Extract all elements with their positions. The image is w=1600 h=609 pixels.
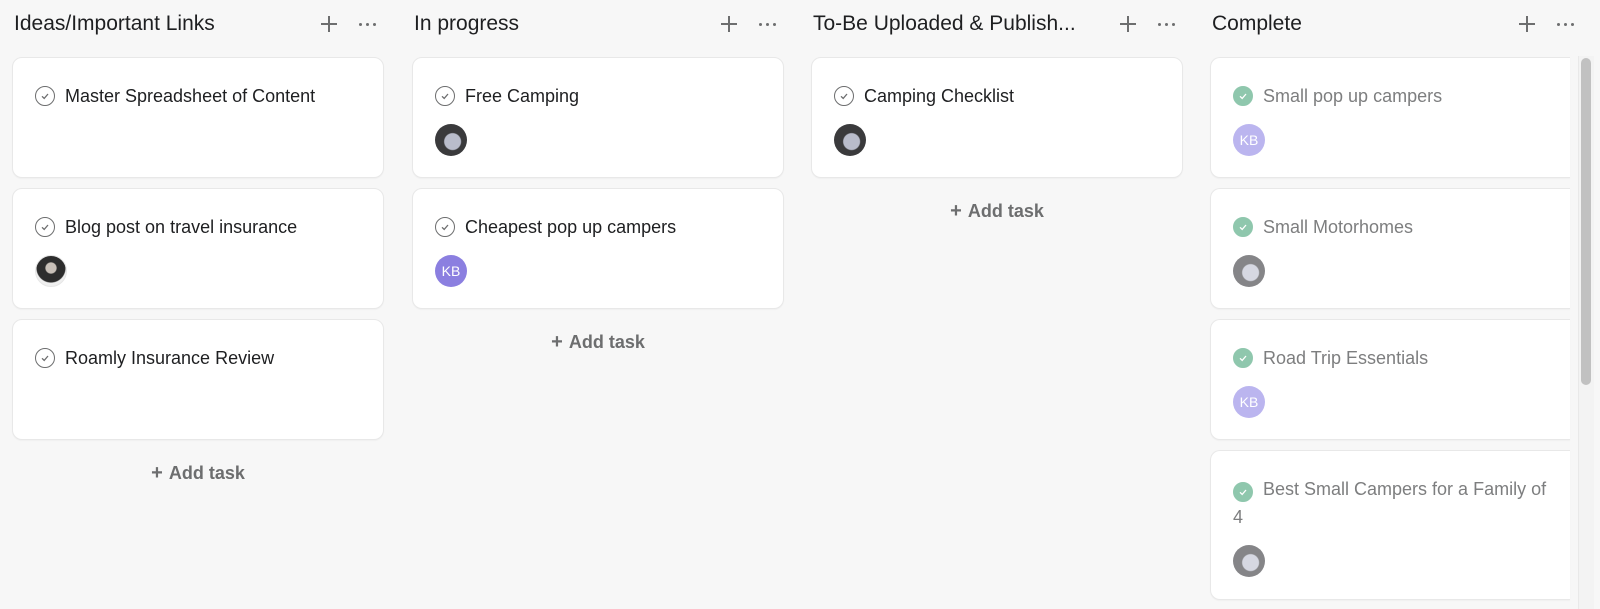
assignee-avatar[interactable]: [35, 255, 67, 287]
add-section-task-button[interactable]: [319, 14, 339, 34]
column-ideas: Ideas/Important Links Master Spreadsheet…: [12, 0, 384, 496]
plus-icon: +: [551, 330, 563, 353]
column-title: In progress: [414, 12, 520, 35]
task-card[interactable]: Roamly Insurance Review: [12, 319, 384, 440]
check-circle-icon[interactable]: [435, 86, 455, 106]
assignee-avatar[interactable]: [435, 124, 467, 156]
task-card[interactable]: Small Motorhomes: [1210, 188, 1570, 309]
assignee-avatar[interactable]: KB: [1233, 124, 1265, 156]
check-circle-icon[interactable]: [435, 217, 455, 237]
plus-icon: [1517, 14, 1537, 34]
column-title: Ideas/Important Links: [14, 12, 215, 35]
task-card[interactable]: Master Spreadsheet of Content: [12, 57, 384, 178]
add-task-label: Add task: [168, 462, 245, 483]
task-card[interactable]: Road Trip Essentials KB: [1210, 319, 1570, 440]
task-title: Free Camping: [465, 86, 580, 106]
add-section-task-button[interactable]: [719, 14, 739, 34]
assignee-avatar[interactable]: [834, 124, 866, 156]
column-more-button[interactable]: [1557, 22, 1574, 26]
scrollbar-thumb[interactable]: [1581, 58, 1591, 385]
task-card[interactable]: Best Small Campers for a Family of 4: [1210, 450, 1570, 600]
task-title: Blog post on travel insurance: [65, 217, 298, 237]
column-header: Complete: [1210, 0, 1582, 48]
plus-icon: [1118, 14, 1138, 34]
column-title: To-Be Uploaded & Publish...: [813, 12, 1076, 35]
task-title: Best Small Campers for a Family of 4: [1233, 479, 1547, 527]
add-task-button[interactable]: + Add task: [12, 450, 384, 496]
check-circle-icon[interactable]: [1233, 86, 1253, 106]
column-title: Complete: [1212, 12, 1302, 35]
plus-icon: +: [151, 461, 163, 484]
task-title: Camping Checklist: [864, 86, 1015, 106]
add-section-task-button[interactable]: [1118, 14, 1138, 34]
check-circle-icon[interactable]: [35, 86, 55, 106]
task-card[interactable]: Cheapest pop up campers KB: [412, 188, 784, 309]
column-header: Ideas/Important Links: [12, 0, 384, 48]
kanban-board: Ideas/Important Links Master Spreadsheet…: [0, 0, 1600, 609]
column-complete: Complete Small pop up campers KB Small M…: [1210, 0, 1582, 609]
check-circle-icon[interactable]: [35, 348, 55, 368]
plus-icon: [319, 14, 339, 34]
task-title: Cheapest pop up campers: [465, 217, 677, 237]
assignee-avatar[interactable]: [1233, 545, 1265, 577]
column-more-button[interactable]: [1158, 22, 1175, 26]
more-horizontal-icon: [359, 22, 376, 26]
task-card[interactable]: Blog post on travel insurance: [12, 188, 384, 309]
assignee-avatar[interactable]: KB: [435, 255, 467, 287]
check-circle-icon[interactable]: [1233, 482, 1253, 502]
check-circle-icon[interactable]: [35, 217, 55, 237]
check-circle-icon[interactable]: [1233, 217, 1253, 237]
column-in-progress: In progress Free Camping Cheapest pop up…: [412, 0, 784, 365]
add-task-label: Add task: [967, 200, 1044, 221]
column-header: In progress: [412, 0, 784, 48]
check-circle-icon[interactable]: [834, 86, 854, 106]
add-task-button[interactable]: + Add task: [811, 188, 1183, 234]
task-title: Road Trip Essentials: [1263, 348, 1429, 368]
add-task-button[interactable]: + Add task: [412, 319, 784, 365]
assignee-avatar[interactable]: KB: [1233, 386, 1265, 418]
check-circle-icon[interactable]: [1233, 348, 1253, 368]
task-card[interactable]: Small pop up campers KB: [1210, 57, 1570, 178]
task-title: Roamly Insurance Review: [65, 348, 275, 368]
plus-icon: [719, 14, 739, 34]
more-horizontal-icon: [1557, 22, 1574, 26]
task-title: Small pop up campers: [1263, 86, 1443, 106]
assignee-avatar[interactable]: [1233, 255, 1265, 287]
task-card[interactable]: Free Camping: [412, 57, 784, 178]
more-horizontal-icon: [1158, 22, 1175, 26]
task-card[interactable]: Camping Checklist: [811, 57, 1183, 178]
task-title: Master Spreadsheet of Content: [65, 86, 316, 106]
plus-icon: +: [950, 199, 962, 222]
task-title: Small Motorhomes: [1263, 217, 1414, 237]
column-header: To-Be Uploaded & Publish...: [811, 0, 1183, 48]
column-more-button[interactable]: [359, 22, 376, 26]
more-horizontal-icon: [759, 22, 776, 26]
column-to-be-uploaded: To-Be Uploaded & Publish... Camping Chec…: [811, 0, 1183, 234]
add-section-task-button[interactable]: [1517, 14, 1537, 34]
column-more-button[interactable]: [759, 22, 776, 26]
add-task-label: Add task: [568, 331, 645, 352]
